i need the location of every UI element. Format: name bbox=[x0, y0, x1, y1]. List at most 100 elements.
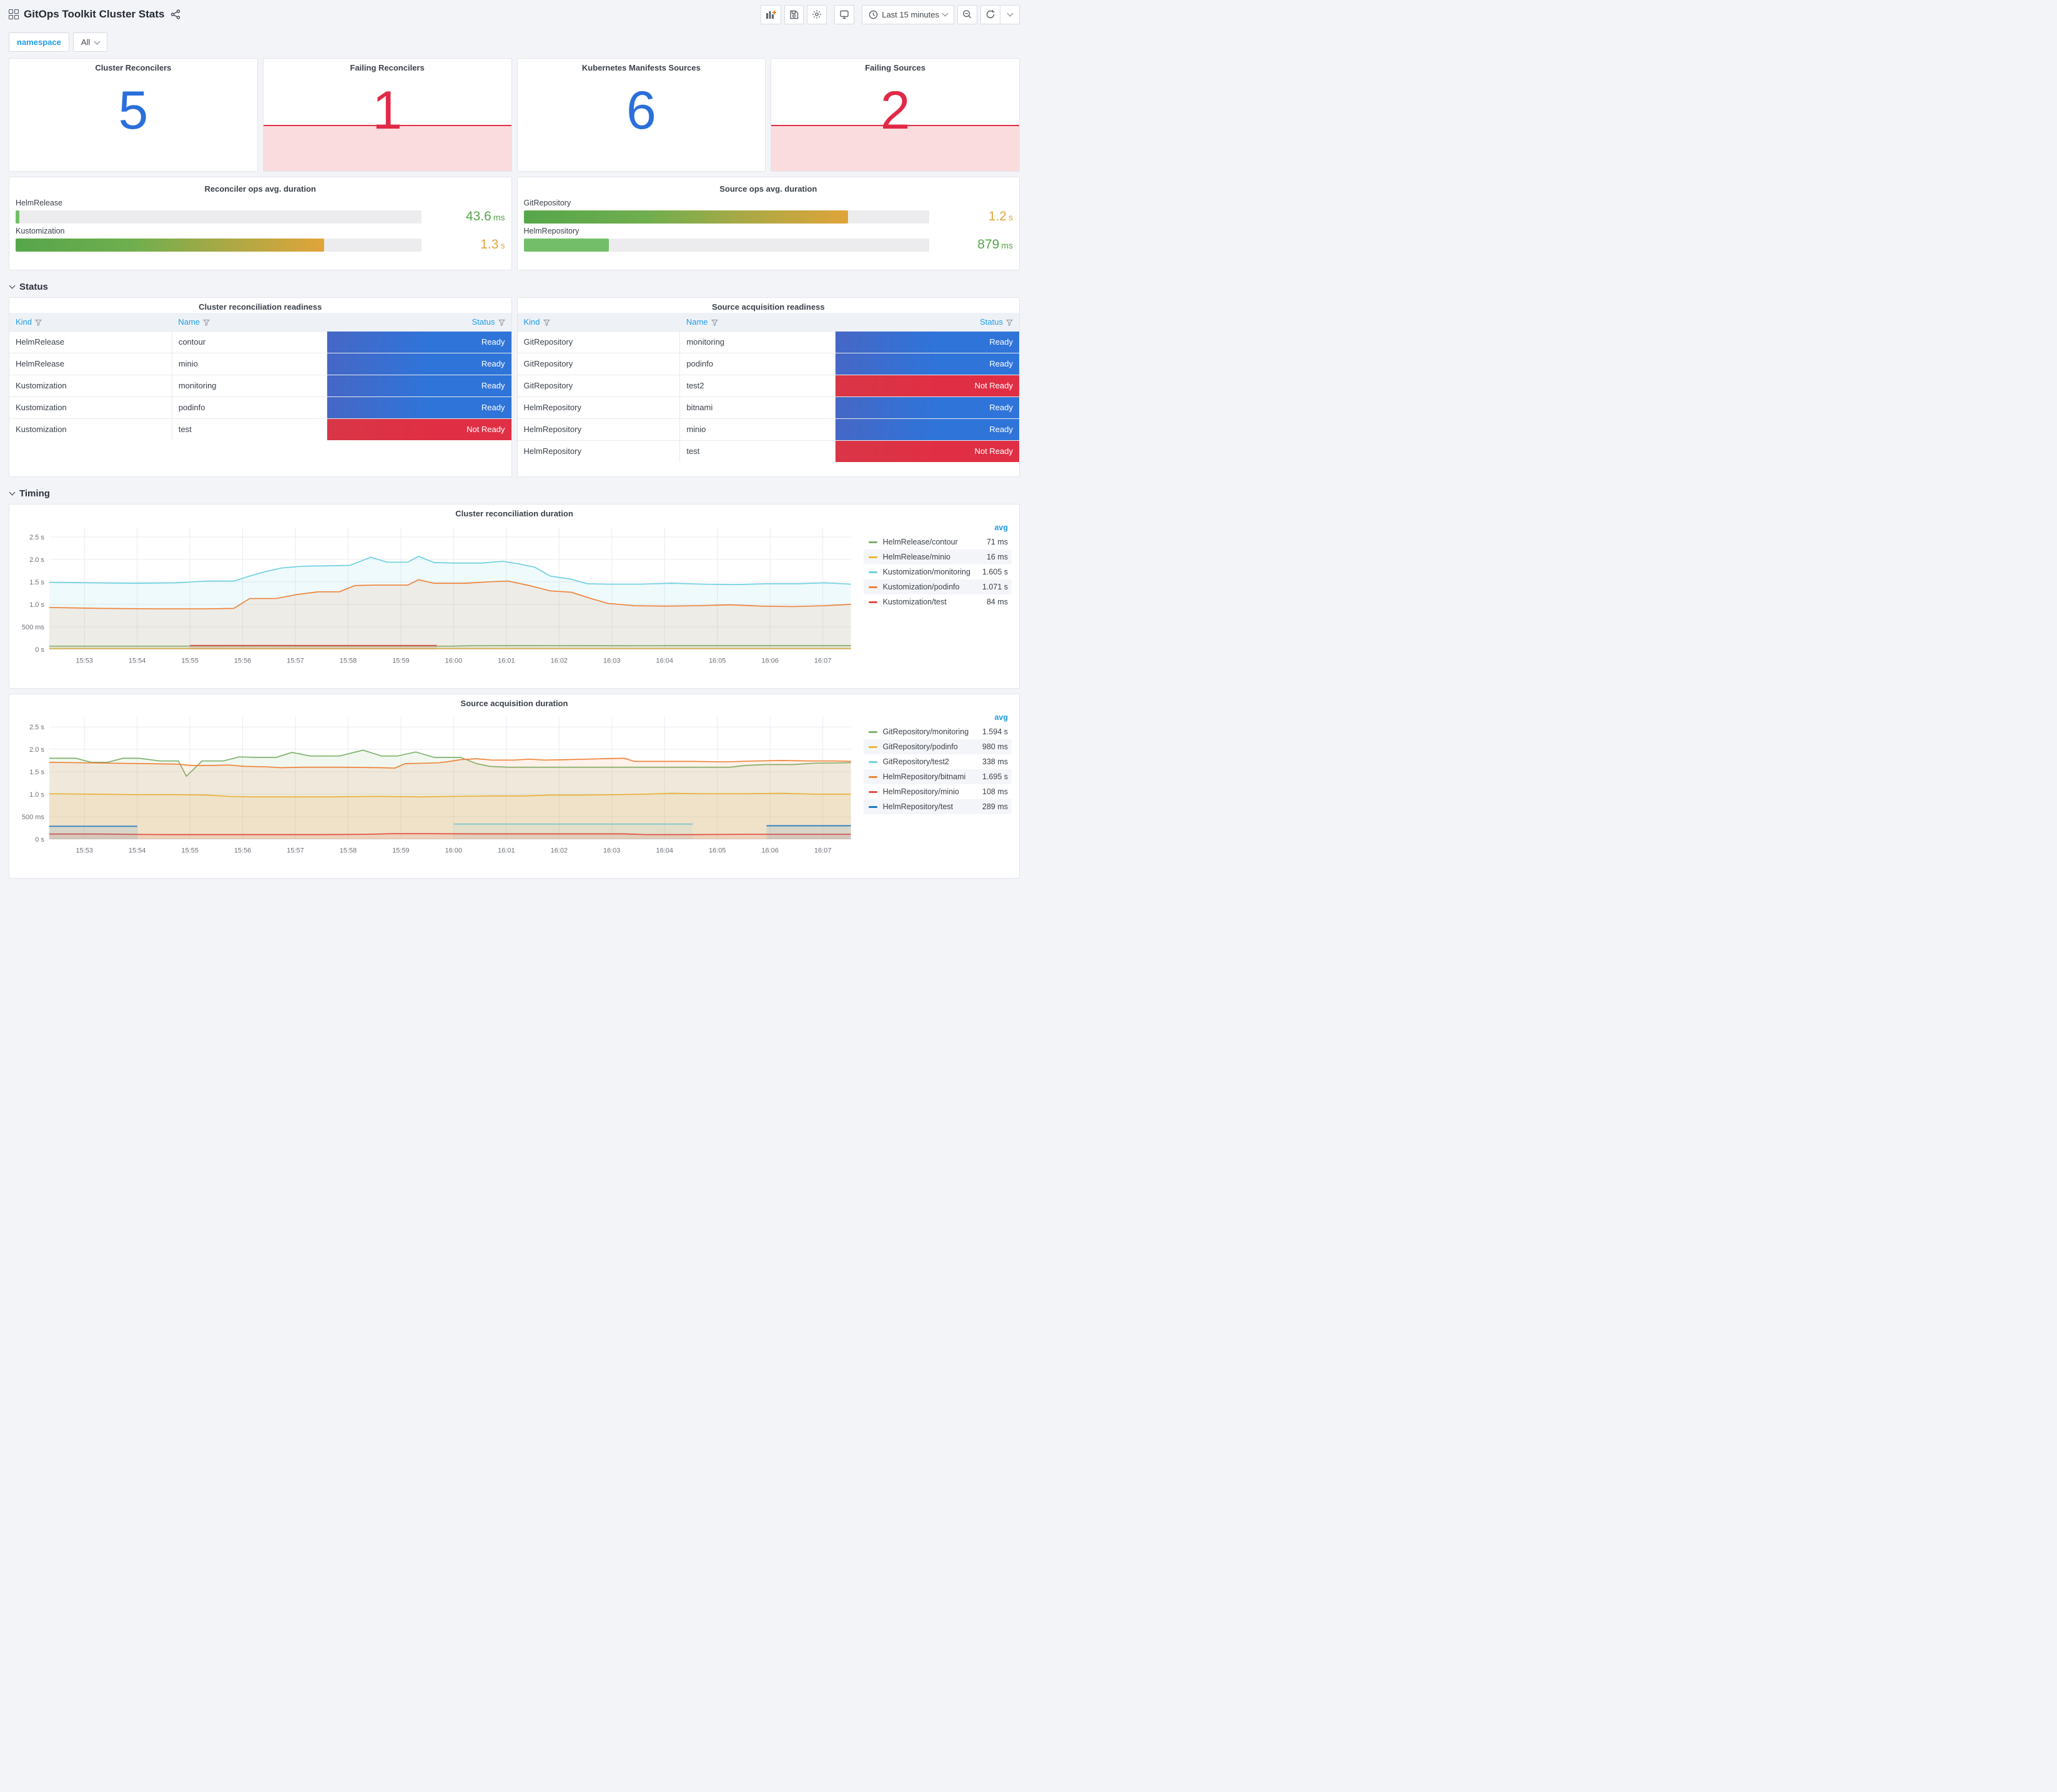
gauge-fill bbox=[16, 210, 20, 224]
gauge-label: Kustomization bbox=[16, 227, 65, 235]
svg-text:0 s: 0 s bbox=[35, 836, 44, 844]
section-status[interactable]: Status bbox=[5, 275, 1024, 297]
gauge-track bbox=[16, 238, 422, 252]
legend-item[interactable]: Kustomization/monitoring 1.605 s bbox=[864, 564, 1012, 579]
panel-title: Source ops avg. duration bbox=[719, 184, 817, 194]
column-header-status[interactable]: Status bbox=[327, 313, 511, 331]
bar-gauge-panel: Source ops avg. duration GitRepository 1.… bbox=[516, 177, 1020, 270]
column-header-kind[interactable]: Kind bbox=[9, 313, 172, 331]
chart-legend: avg GitRepository/monitoring 1.594 s Git… bbox=[857, 709, 1014, 860]
gauge-track bbox=[523, 238, 929, 252]
svg-text:2.5 s: 2.5 s bbox=[29, 724, 44, 731]
stat-value: 1 bbox=[372, 80, 403, 140]
series-name[interactable]: GitRepository/test2 bbox=[883, 757, 982, 766]
svg-text:16:05: 16:05 bbox=[709, 847, 726, 855]
filter-icon bbox=[711, 319, 718, 326]
panel-title: Kubernetes Manifests Sources bbox=[581, 63, 701, 72]
column-header-kind[interactable]: Kind bbox=[517, 313, 680, 331]
filter-icon bbox=[543, 319, 550, 326]
gauge-fill bbox=[16, 238, 324, 252]
svg-text:15:57: 15:57 bbox=[287, 657, 303, 665]
series-color-dash bbox=[868, 790, 877, 793]
stat-panel: Kubernetes Manifests Sources 6 bbox=[516, 58, 766, 172]
legend-avg-header[interactable]: avg bbox=[864, 712, 1012, 724]
svg-text:16:03: 16:03 bbox=[603, 847, 620, 855]
cell-kind: Kustomization bbox=[9, 396, 172, 418]
tv-mode-button[interactable] bbox=[834, 4, 855, 24]
namespace-filter-label: namespace bbox=[9, 32, 69, 52]
legend-item[interactable]: GitRepository/test2 338 ms bbox=[864, 754, 1012, 769]
svg-text:15:59: 15:59 bbox=[392, 657, 409, 665]
table-row: GitRepository test2 Not Ready bbox=[517, 374, 1019, 396]
section-timing[interactable]: Timing bbox=[5, 482, 1024, 504]
status-badge: Ready bbox=[327, 375, 511, 396]
legend-item[interactable]: GitRepository/monitoring 1.594 s bbox=[864, 724, 1012, 739]
svg-text:15:56: 15:56 bbox=[234, 847, 251, 855]
time-range-picker[interactable]: Last 15 minutes bbox=[862, 4, 954, 24]
series-color-dash bbox=[868, 761, 877, 763]
save-dashboard-button[interactable] bbox=[784, 4, 804, 24]
series-name[interactable]: HelmRepository/test bbox=[883, 802, 982, 811]
series-name[interactable]: HelmRelease/minio bbox=[883, 553, 987, 561]
svg-text:16:01: 16:01 bbox=[498, 847, 515, 855]
chart-plot[interactable]: 0 s 500 ms 1.0 s 1.5 s 2.0 s 2.5 s 15:53 15:54 1… bbox=[14, 709, 857, 860]
svg-text:15:56: 15:56 bbox=[234, 657, 251, 665]
column-header-name[interactable]: Name bbox=[679, 313, 836, 331]
zoom-out-time-button[interactable] bbox=[957, 4, 977, 24]
dashboard-grid-icon[interactable] bbox=[9, 9, 19, 19]
gauge-label: HelmRelease bbox=[16, 199, 63, 207]
table-row: GitRepository monitoring Ready bbox=[517, 330, 1019, 353]
cell-name: monitoring bbox=[679, 330, 836, 353]
status-badge: Ready bbox=[835, 418, 1019, 440]
svg-text:15:59: 15:59 bbox=[392, 847, 409, 855]
panel-title: Failing Sources bbox=[865, 63, 926, 72]
cell-name: contour bbox=[171, 330, 327, 353]
magnifier-minus-icon bbox=[963, 10, 972, 19]
svg-text:16:05: 16:05 bbox=[709, 657, 726, 665]
add-panel-button[interactable] bbox=[761, 4, 782, 24]
dashboard-settings-button[interactable] bbox=[807, 4, 827, 24]
series-name[interactable]: GitRepository/podinfo bbox=[883, 742, 982, 751]
column-header-status[interactable]: Status bbox=[835, 313, 1019, 331]
legend-item[interactable]: Kustomization/podinfo 1.071 s bbox=[863, 579, 1012, 594]
series-name[interactable]: Kustomization/monitoring bbox=[883, 568, 982, 576]
refresh-interval-dropdown[interactable] bbox=[1000, 4, 1020, 24]
series-name[interactable]: HelmRepository/minio bbox=[883, 787, 982, 796]
namespace-filter-value[interactable]: All bbox=[72, 32, 108, 52]
series-avg-value: 108 ms bbox=[982, 787, 1008, 796]
cell-kind: GitRepository bbox=[517, 374, 680, 396]
svg-text:1.0 s: 1.0 s bbox=[29, 791, 44, 799]
legend-avg-header[interactable]: avg bbox=[864, 522, 1012, 534]
svg-text:16:07: 16:07 bbox=[814, 847, 831, 855]
cell-kind: Kustomization bbox=[9, 418, 172, 440]
series-name[interactable]: GitRepository/monitoring bbox=[883, 727, 982, 736]
column-header-name[interactable]: Name bbox=[172, 313, 327, 331]
legend-item[interactable]: HelmRepository/bitnami 1.695 s bbox=[863, 769, 1012, 784]
legend-item[interactable]: HelmRelease/minio 16 ms bbox=[863, 549, 1012, 564]
page-title: GitOps Toolkit Cluster Stats bbox=[24, 8, 165, 20]
gauge-row: Reconciler ops avg. duration HelmRelease … bbox=[5, 177, 1024, 270]
legend-item[interactable]: GitRepository/podinfo 980 ms bbox=[863, 739, 1012, 754]
svg-text:500 ms: 500 ms bbox=[22, 624, 44, 631]
cell-kind: HelmRepository bbox=[517, 440, 680, 462]
legend-item[interactable]: Kustomization/test 84 ms bbox=[864, 594, 1012, 609]
legend-item[interactable]: HelmRepository/minio 108 ms bbox=[864, 784, 1012, 799]
refresh-button[interactable] bbox=[980, 4, 1000, 24]
share-icon[interactable] bbox=[170, 9, 180, 19]
stats-row: Cluster Reconcilers 5 Failing Reconcilers 1… bbox=[5, 58, 1024, 172]
chevron-down-icon bbox=[1007, 10, 1013, 17]
gauge-fill bbox=[523, 210, 849, 224]
status-badge: Ready bbox=[327, 353, 511, 375]
series-name[interactable]: HelmRepository/bitnami bbox=[883, 772, 982, 781]
series-name[interactable]: HelmRelease/contour bbox=[883, 538, 987, 546]
svg-text:1.5 s: 1.5 s bbox=[29, 769, 44, 776]
chevron-down-icon bbox=[94, 38, 101, 44]
chart-plot[interactable]: 0 s 500 ms 1.0 s 1.5 s 2.0 s 2.5 s 15:53 15:54 1… bbox=[14, 519, 857, 671]
table-row: HelmRelease minio Ready bbox=[9, 352, 511, 375]
svg-text:16:01: 16:01 bbox=[498, 657, 515, 665]
legend-item[interactable]: HelmRelease/contour 71 ms bbox=[864, 534, 1012, 549]
series-name[interactable]: Kustomization/test bbox=[883, 598, 987, 606]
legend-item[interactable]: HelmRepository/test 289 ms bbox=[863, 799, 1012, 814]
series-name[interactable]: Kustomization/podinfo bbox=[883, 583, 982, 591]
gear-icon bbox=[812, 10, 822, 19]
